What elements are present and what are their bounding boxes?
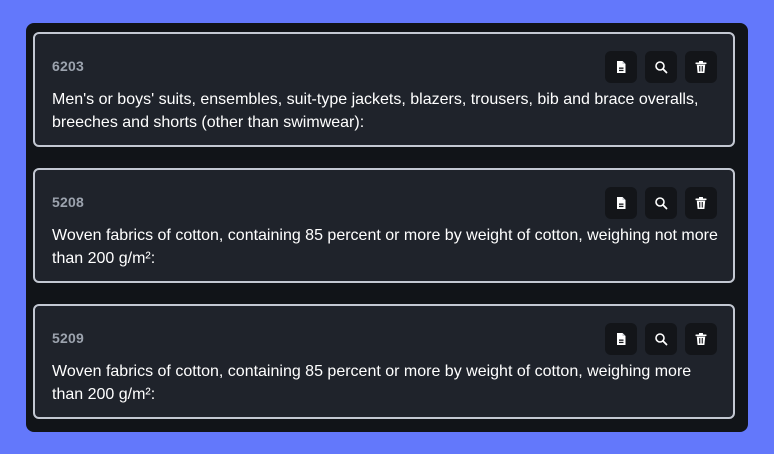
view-document-button[interactable] [605,187,637,219]
tariff-description: Woven fabrics of cotton, containing 85 p… [52,363,696,403]
tariff-code: 5208 [52,194,84,210]
document-icon [617,197,626,209]
delete-button[interactable] [685,51,717,83]
view-document-button[interactable] [605,323,637,355]
search-icon [655,197,668,210]
trash-icon [695,61,707,73]
card-actions [605,323,717,355]
tariff-code: 5209 [52,330,84,346]
search-icon [655,333,668,346]
tariff-code-card: 5208 Woven fabrics of cotton, containing… [33,168,735,283]
delete-button[interactable] [685,323,717,355]
tariff-code: 6203 [52,58,84,74]
tariff-description: Woven fabrics of cotton, containing 85 p… [52,227,723,267]
card-actions [605,51,717,83]
document-icon [617,333,626,345]
card-actions [605,187,717,219]
delete-button[interactable] [685,187,717,219]
tariff-code-list: 6203 Men's or boys' suits, ensembles, su… [26,23,748,432]
tariff-code-card: 5209 Woven fabrics of cotton, containing… [33,304,735,419]
trash-icon [695,333,707,345]
search-button[interactable] [645,187,677,219]
tariff-code-card: 6203 Men's or boys' suits, ensembles, su… [33,32,735,147]
view-document-button[interactable] [605,51,637,83]
document-icon [617,61,626,73]
search-button[interactable] [645,323,677,355]
search-button[interactable] [645,51,677,83]
tariff-description: Men's or boys' suits, ensembles, suit-ty… [52,91,712,131]
trash-icon [695,197,707,209]
search-icon [655,61,668,74]
